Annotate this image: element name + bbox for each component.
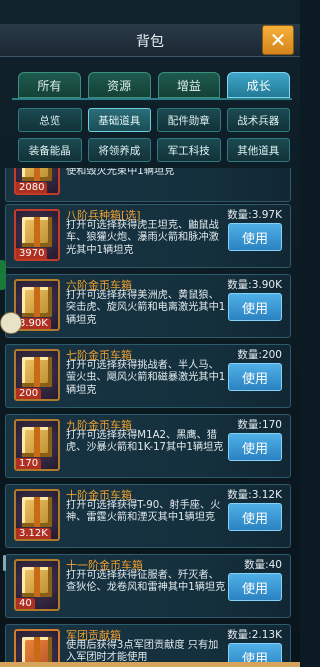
filter-tactical-weapons[interactable]: 战术兵器 [226, 108, 290, 132]
item-count: 数量:3.97K [227, 209, 282, 221]
scrollbar[interactable] [3, 555, 6, 571]
filter-overview[interactable]: 总览 [18, 108, 82, 132]
use-button[interactable]: 使用 [228, 503, 282, 531]
crate-icon [22, 357, 52, 387]
filter-other-items[interactable]: 其他道具 [226, 138, 290, 162]
item-count: 数量:3.90K [227, 279, 282, 291]
subfilter-grid: 总览 基础道具 配件勋章 战术兵器 装备能晶 将领养成 军工科技 其他道具 [18, 108, 290, 162]
filter-military-tech[interactable]: 军工科技 [157, 138, 221, 162]
item-icon: 40 [14, 559, 60, 611]
use-button[interactable]: 使用 [228, 293, 282, 321]
item-description: 打开可选择获得虎王坦克、鼬鼠战车、狼獾火炮、瀑雨火箭和脉冲激光其中1辆坦克 [66, 220, 219, 256]
filter-parts-medals[interactable]: 配件勋章 [157, 108, 221, 132]
item-icon: 3970 [14, 209, 60, 261]
item-badge: 2080 [16, 182, 48, 193]
list-item: 170 九阶金币车箱 打开可选择获得M1A2、黑鹰、猎虎、沙暴火箭和1K-17其… [5, 414, 291, 478]
item-badge: 40 [16, 598, 35, 609]
use-button[interactable]: 使用 [228, 433, 282, 461]
item-icon: 200 [14, 349, 60, 401]
crate-icon [22, 217, 52, 247]
item-count: 数量:40 [244, 559, 282, 571]
item-badge: 3970 [16, 248, 48, 259]
filter-general-training[interactable]: 将领养成 [87, 138, 151, 162]
page-title: 背包 [136, 34, 164, 50]
list-item: 军团贡献箱 使用后获得3点军团贡献度 只有加入军团时才能使用 数量:2.13K … [5, 624, 291, 667]
item-icon: 2080 [14, 168, 60, 195]
item-count: 数量:200 [237, 349, 282, 361]
close-button[interactable]: ✕ [262, 25, 294, 55]
item-badge: 3.12K [16, 528, 51, 539]
item-count: 数量:2.13K [227, 629, 282, 641]
crate-icon [22, 287, 52, 317]
crate-icon [22, 168, 52, 181]
crate-icon [22, 567, 52, 597]
mascot-icon [0, 312, 22, 334]
crate-icon [22, 497, 52, 527]
use-button[interactable]: 使用 [228, 573, 282, 601]
tab-all[interactable]: 所有 [18, 72, 81, 98]
list-item: 2080 打开可选择获得烈火战车、黑暗天使和毁灭光束中1辆坦克 [5, 168, 291, 202]
header-bar: 背包 [0, 24, 300, 57]
item-description: 打开可选择获得征服者、歼灭者、查狄伦、龙卷风和雷神其中1辆坦克 [66, 570, 226, 594]
bottom-edge [0, 662, 300, 667]
item-count: 数量:170 [237, 419, 282, 431]
filter-equipment-crystals[interactable]: 装备能晶 [18, 138, 82, 162]
list-item: 3970 八阶兵种箱[选] 打开可选择获得虎王坦克、鼬鼠战车、狼獾火炮、瀑雨火箭… [5, 204, 291, 268]
item-count: 数量:3.12K [227, 489, 282, 501]
list-item: 200 七阶金币车箱 打开可选择获得挑战者、半人马、萤火虫、飓风火箭和磁暴激光其… [5, 344, 291, 408]
item-description: 打开可选择获得挑战者、半人马、萤火虫、飓风火箭和磁暴激光其中1辆坦克 [66, 360, 226, 396]
item-icon: 3.12K [14, 489, 60, 541]
crate-icon [22, 427, 52, 457]
item-description: 使用后获得3点军团贡献度 只有加入军团时才能使用 [66, 640, 219, 664]
close-icon: ✕ [269, 28, 287, 52]
side-marker [0, 260, 6, 290]
use-button[interactable]: 使用 [228, 223, 282, 251]
list-item: 3.12K 十阶金币车箱 打开可选择获得T-90、射手座、火神、雷霆火箭和湮灭其… [5, 484, 291, 548]
item-description: 打开可选择获得T-90、射手座、火神、雷霆火箭和湮灭其中1辆坦克 [66, 500, 221, 524]
item-badge: 170 [16, 458, 42, 469]
item-icon: 170 [14, 419, 60, 471]
item-description: 打开可选择获得M1A2、黑鹰、猎虎、沙暴火箭和1K-17其中1辆坦克 [66, 430, 224, 454]
item-list[interactable]: 2080 打开可选择获得烈火战车、黑暗天使和毁灭光束中1辆坦克 3970 八阶兵… [5, 168, 293, 667]
item-description: 打开可选择获得烈火战车、黑暗天使和毁灭光束中1辆坦克 [66, 168, 175, 178]
tab-growth[interactable]: 成长 [227, 72, 290, 98]
item-description: 打开可选择获得美洲虎、黄鼠狼、突击虎、旋风火箭和电离激光其中1辆坦克 [66, 290, 226, 326]
category-tabs: 所有 资源 增益 成长 [18, 72, 290, 98]
use-button[interactable]: 使用 [228, 363, 282, 391]
tabs-divider [12, 98, 292, 100]
tab-resources[interactable]: 资源 [87, 72, 151, 98]
filter-basic-items[interactable]: 基础道具 [87, 108, 151, 132]
list-item: 40 十一阶金币车箱 打开可选择获得征服者、歼灭者、查狄伦、龙卷风和雷神其中1辆… [5, 554, 291, 618]
tab-buffs[interactable]: 增益 [157, 72, 221, 98]
list-item: 3.90K 六阶金币车箱 打开可选择获得美洲虎、黄鼠狼、突击虎、旋风火箭和电离激… [5, 274, 291, 338]
item-badge: 200 [16, 388, 42, 399]
